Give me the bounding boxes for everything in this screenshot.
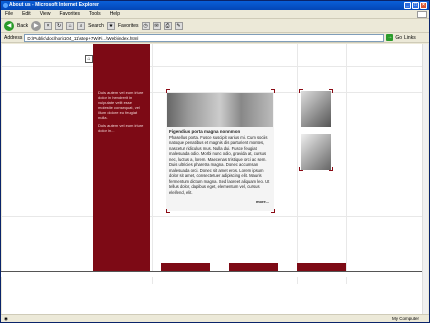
search-icon[interactable]: ⌕ bbox=[77, 21, 86, 30]
more-link[interactable]: more... bbox=[256, 199, 269, 204]
mail-icon[interactable]: ✉ bbox=[152, 21, 161, 30]
back-label[interactable]: Back bbox=[17, 23, 28, 29]
home-icon[interactable]: ⌂ bbox=[66, 21, 75, 30]
grid-line bbox=[2, 216, 423, 217]
history-icon[interactable]: ◷ bbox=[141, 21, 150, 30]
corner-mark bbox=[166, 89, 170, 93]
menu-bar: File Edit View Favorites Tools Help bbox=[1, 10, 429, 19]
favorites-star-icon[interactable]: ★ bbox=[106, 21, 115, 30]
close-button[interactable]: × bbox=[420, 2, 427, 9]
footer-divider bbox=[1, 271, 423, 277]
businessman-phone-photo bbox=[301, 91, 331, 127]
article-body: Phasellus porta. Fusce suscipit varius m… bbox=[169, 134, 270, 195]
edit-icon[interactable]: ✎ bbox=[174, 21, 183, 30]
status-bar: ◉ My Computer bbox=[1, 314, 429, 322]
windows-flag-icon bbox=[417, 11, 427, 18]
refresh-icon[interactable]: ↻ bbox=[55, 21, 64, 30]
forward-arrow-icon[interactable]: ▶ bbox=[31, 20, 42, 31]
businessman-laptop-photo bbox=[301, 134, 331, 170]
favorites-label[interactable]: Favorites bbox=[118, 23, 139, 29]
menu-edit[interactable]: Edit bbox=[22, 10, 31, 18]
corner-mark bbox=[329, 89, 333, 93]
vertical-scrollbar[interactable] bbox=[422, 44, 428, 314]
left-column: Duis autem vel eum iriure dolor in hendr… bbox=[93, 44, 150, 272]
menu-view[interactable]: View bbox=[40, 10, 51, 18]
corner-mark bbox=[299, 89, 303, 93]
status-icon: ◉ bbox=[4, 316, 8, 321]
zone-label: My Computer bbox=[391, 316, 419, 321]
menu-file[interactable]: File bbox=[5, 10, 13, 18]
grid-line bbox=[152, 44, 153, 284]
menu-tools[interactable]: Tools bbox=[89, 10, 101, 18]
stop-icon[interactable]: × bbox=[44, 21, 53, 30]
corner-mark bbox=[329, 167, 333, 171]
maximize-button[interactable]: □ bbox=[412, 2, 419, 9]
menu-favorites[interactable]: Favorites bbox=[59, 10, 80, 18]
grid-line bbox=[2, 66, 423, 67]
corner-mark bbox=[166, 209, 170, 213]
corner-mark bbox=[271, 209, 275, 213]
toolbar: ◀ Back ▶ × ↻ ⌂ ⌕ Search ★ Favorites ◷ ✉ … bbox=[1, 19, 429, 33]
print-icon[interactable]: ⎙ bbox=[163, 21, 172, 30]
title-bar: About us - Microsoft Internet Explorer _… bbox=[1, 1, 429, 10]
grid-line bbox=[297, 44, 298, 284]
links-button[interactable]: Links bbox=[404, 35, 416, 41]
home-page-icon[interactable]: ⌂ bbox=[85, 55, 93, 63]
window-title: About us - Microsoft Internet Explorer bbox=[9, 2, 100, 8]
ie-icon bbox=[3, 3, 8, 8]
sidebar-text-2: Duis autem vel eum iriure dolor in... bbox=[98, 123, 144, 133]
address-label: Address bbox=[4, 34, 23, 41]
grid-line bbox=[346, 44, 347, 284]
back-arrow-icon[interactable]: ◀ bbox=[4, 20, 14, 31]
menu-help[interactable]: Help bbox=[110, 10, 120, 18]
search-label[interactable]: Search bbox=[88, 23, 104, 29]
sidebar-text-1: Duis autem vel eum iriure dolor in hendr… bbox=[98, 90, 144, 120]
go-arrow-icon[interactable]: → bbox=[386, 34, 394, 41]
article-text: Figendius porta magna nonnmon Phasellus … bbox=[169, 129, 271, 195]
corner-mark bbox=[299, 167, 303, 171]
address-bar: Address D:\Public\doc\hon\104_11\step+7W… bbox=[1, 33, 429, 43]
business-people-photo bbox=[167, 93, 273, 127]
corner-mark bbox=[271, 89, 275, 93]
address-input[interactable]: D:\Public\doc\hon\104_11\step+7WiFi...\W… bbox=[24, 33, 385, 42]
minimize-button[interactable]: _ bbox=[404, 2, 411, 9]
browser-window: About us - Microsoft Internet Explorer _… bbox=[0, 0, 430, 323]
go-button[interactable]: Go bbox=[395, 35, 402, 41]
